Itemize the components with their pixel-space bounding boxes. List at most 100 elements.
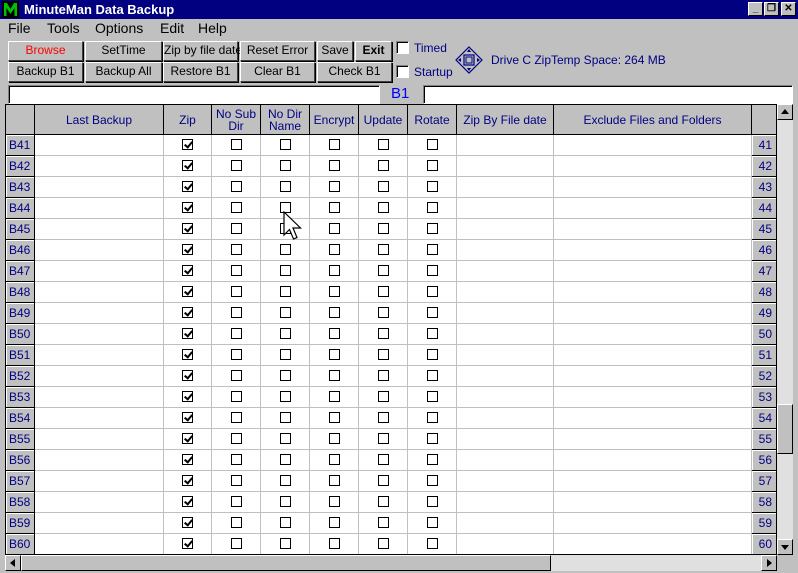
row-header-left[interactable]: B58 [6,492,35,513]
row-header-right[interactable]: 43 [752,177,776,198]
encrypt-checkbox[interactable] [329,307,340,318]
no-dir-name-checkbox[interactable] [280,244,291,255]
scroll-down-button[interactable] [777,539,793,555]
no-sub-dir-checkbox[interactable] [231,370,242,381]
cell-exclude-files[interactable] [554,429,752,450]
title-bar[interactable]: MinuteMan Data Backup _ ❐ ✕ [0,0,798,19]
no-sub-dir-checkbox[interactable] [231,160,242,171]
no-sub-dir-checkbox[interactable] [231,181,242,192]
no-dir-name-checkbox[interactable] [280,454,291,465]
zip-checkbox[interactable] [182,244,193,255]
zip-checkbox[interactable] [182,181,193,192]
rotate-checkbox[interactable] [427,223,438,234]
encrypt-checkbox[interactable] [329,202,340,213]
zip-checkbox[interactable] [182,538,193,549]
rotate-checkbox[interactable] [427,475,438,486]
update-checkbox[interactable] [378,139,389,150]
no-dir-name-checkbox[interactable] [280,139,291,150]
row-header-right[interactable]: 55 [752,429,776,450]
horizontal-scroll-thumb[interactable] [21,555,551,571]
no-dir-name-checkbox[interactable] [280,391,291,402]
cell-exclude-files[interactable] [554,471,752,492]
no-sub-dir-checkbox[interactable] [231,454,242,465]
encrypt-checkbox[interactable] [329,244,340,255]
row-header-right[interactable]: 44 [752,198,776,219]
cell-exclude-files[interactable] [554,261,752,282]
update-checkbox[interactable] [378,496,389,507]
check-b1-button[interactable]: Check B1 [317,62,392,82]
rotate-checkbox[interactable] [427,517,438,528]
cell-last-backup[interactable] [35,219,164,240]
cell-last-backup[interactable] [35,513,164,534]
row-header-right[interactable]: 60 [752,534,776,554]
cell-zip-by-file-date[interactable] [457,303,554,324]
right-corner-header[interactable] [752,105,776,135]
rotate-checkbox[interactable] [427,181,438,192]
row-header-left[interactable]: B60 [6,534,35,554]
rotate-checkbox[interactable] [427,244,438,255]
rotate-checkbox[interactable] [427,433,438,444]
cell-zip-by-file-date[interactable] [457,324,554,345]
row-header-left[interactable]: B46 [6,240,35,261]
zip-checkbox[interactable] [182,265,193,276]
update-checkbox[interactable] [378,202,389,213]
row-header-right[interactable]: 42 [752,156,776,177]
rotate-checkbox[interactable] [427,202,438,213]
no-sub-dir-checkbox[interactable] [231,538,242,549]
no-sub-dir-checkbox[interactable] [231,244,242,255]
zip-by-file-date-button[interactable]: Zip by file date [163,41,242,61]
selection-left-field[interactable] [8,85,380,104]
backup-b1-button[interactable]: Backup B1 [8,62,83,82]
row-header-right[interactable]: 53 [752,387,776,408]
no-dir-name-checkbox[interactable] [280,475,291,486]
row-header-left[interactable]: B56 [6,450,35,471]
cell-zip-by-file-date[interactable] [457,156,554,177]
no-dir-name-checkbox[interactable] [280,307,291,318]
cell-exclude-files[interactable] [554,219,752,240]
cell-exclude-files[interactable] [554,387,752,408]
scroll-up-button[interactable] [777,104,793,120]
cell-zip-by-file-date[interactable] [457,240,554,261]
rotate-checkbox[interactable] [427,349,438,360]
cell-zip-by-file-date[interactable] [457,387,554,408]
row-header-right[interactable]: 48 [752,282,776,303]
save-button[interactable]: Save [317,41,353,61]
cell-zip-by-file-date[interactable] [457,261,554,282]
cell-last-backup[interactable] [35,324,164,345]
rotate-checkbox[interactable] [427,265,438,276]
cell-zip-by-file-date[interactable] [457,429,554,450]
encrypt-checkbox[interactable] [329,160,340,171]
zip-checkbox[interactable] [182,391,193,402]
no-sub-dir-checkbox[interactable] [231,223,242,234]
rotate-checkbox[interactable] [427,370,438,381]
cell-exclude-files[interactable] [554,408,752,429]
rotate-checkbox[interactable] [427,496,438,507]
encrypt-checkbox[interactable] [329,412,340,423]
row-header-right[interactable]: 51 [752,345,776,366]
cell-exclude-files[interactable] [554,177,752,198]
cell-exclude-files[interactable] [554,345,752,366]
rotate-checkbox[interactable] [427,328,438,339]
cell-zip-by-file-date[interactable] [457,408,554,429]
cell-last-backup[interactable] [35,387,164,408]
restore-button[interactable]: ❐ [764,2,779,16]
no-sub-dir-checkbox[interactable] [231,517,242,528]
row-header-left[interactable]: B55 [6,429,35,450]
cell-exclude-files[interactable] [554,240,752,261]
column-header-no-sub-dir[interactable]: No Sub Dir [212,105,261,135]
cell-exclude-files[interactable] [554,366,752,387]
no-sub-dir-checkbox[interactable] [231,307,242,318]
zip-checkbox[interactable] [182,496,193,507]
update-checkbox[interactable] [378,349,389,360]
row-header-left[interactable]: B44 [6,198,35,219]
grid-corner-header[interactable] [6,105,35,135]
cell-last-backup[interactable] [35,366,164,387]
cell-exclude-files[interactable] [554,324,752,345]
cell-last-backup[interactable] [35,408,164,429]
zip-checkbox[interactable] [182,202,193,213]
vertical-scrollbar[interactable] [777,104,793,555]
restore-b1-button[interactable]: Restore B1 [163,62,238,82]
row-header-right[interactable]: 49 [752,303,776,324]
update-checkbox[interactable] [378,265,389,276]
row-header-left[interactable]: B49 [6,303,35,324]
